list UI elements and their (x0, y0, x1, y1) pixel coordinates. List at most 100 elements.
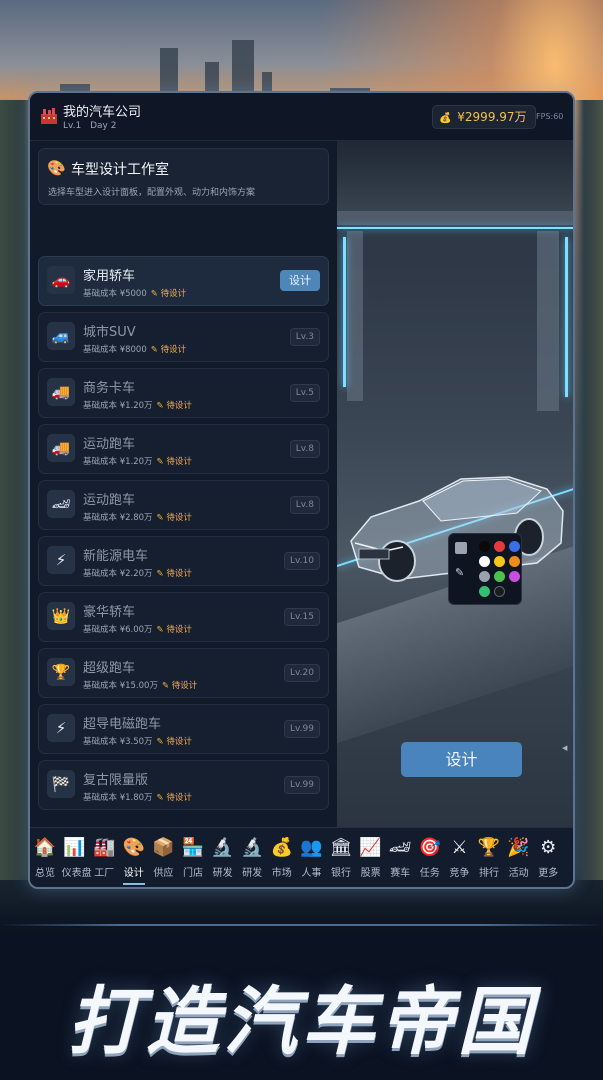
unlock-level-badge: Lv.10 (284, 552, 320, 570)
design-status: ✎ 待设计 (156, 457, 192, 467)
expand-arrow-icon[interactable]: ◀ (562, 744, 567, 752)
banner-divider (0, 924, 603, 926)
design-status-text: 待设计 (166, 625, 192, 635)
car-model-info: 基础成本 ¥2.20万 ✎ 待设计 (83, 567, 192, 579)
slogan: 打造汽车帝国 (67, 979, 536, 1065)
nav-item[interactable]: 👥 人事 (298, 836, 324, 879)
nav-label: 竞争 (449, 868, 470, 879)
fps-counter: FPS:60 (536, 112, 564, 121)
studio-title: 车型设计工作室 (71, 162, 169, 178)
nav-label: 供应 (153, 868, 174, 879)
money-display[interactable]: 💰 ¥2999.97万 (432, 105, 536, 129)
bank-icon: 🏛 (329, 837, 353, 858)
nav-item[interactable]: 🎯 任务 (417, 836, 443, 879)
nav-item[interactable]: ⚔ 竞争 (446, 836, 472, 879)
car-model-row[interactable]: 🚚 运动跑车 基础成本 ¥1.20万 ✎ 待设计 Lv.8 (38, 424, 329, 474)
nav-label: 更多 (538, 868, 559, 879)
car-model-info: 基础成本 ¥8000 ✎ 待设计 (83, 343, 186, 355)
color-swatch[interactable] (479, 556, 490, 567)
base-cost: 基础成本 ¥5000 (83, 289, 147, 299)
unlock-level-badge: Lv.8 (289, 440, 320, 458)
car-model-row[interactable]: 🏎 运动跑车 基础成本 ¥2.80万 ✎ 待设计 Lv.8 (38, 480, 329, 530)
eyedropper-icon[interactable]: ✎ (455, 566, 464, 579)
nav-item[interactable]: 📈 股票 (358, 836, 384, 879)
color-swatch[interactable] (509, 541, 520, 552)
color-swatch[interactable] (494, 571, 505, 582)
color-swatch[interactable] (509, 556, 520, 567)
car-model-row[interactable]: 🚙 城市SUV 基础成本 ¥8000 ✎ 待设计 Lv.3 (38, 312, 329, 362)
design-status: ✎ 待设计 (156, 625, 192, 635)
car-model-name: 家用轿车 (83, 269, 136, 284)
color-swatch[interactable] (479, 571, 490, 582)
trophy-icon: 🏆 (477, 837, 501, 858)
car-model-row[interactable]: 🚚 商务卡车 基础成本 ¥1.20万 ✎ 待设计 Lv.5 (38, 368, 329, 418)
money-bag-icon: 💰 (439, 113, 452, 124)
car-model-info: 基础成本 ¥1.20万 ✎ 待设计 (83, 399, 192, 411)
color-swatch[interactable] (494, 586, 505, 597)
nav-item[interactable]: 🏭 工厂 (91, 836, 117, 879)
design-status-text: 待设计 (166, 457, 192, 467)
color-swatch[interactable] (479, 586, 490, 597)
nav-item[interactable]: 🎉 活动 (506, 836, 532, 879)
car-model-info: 基础成本 ¥3.50万 ✎ 待设计 (83, 735, 192, 747)
color-swatch[interactable] (494, 541, 505, 552)
trophy-icon: 🏆 (47, 658, 75, 686)
nav-item[interactable]: 🏠 总览 (32, 836, 58, 879)
suv-icon: 🚙 (47, 322, 75, 350)
nav-item[interactable]: 🏛 银行 (328, 836, 354, 879)
car-model-info: 基础成本 ¥2.80万 ✎ 待设计 (83, 511, 192, 523)
design-status-text: 待设计 (160, 345, 187, 355)
design-status: ✎ 待设计 (156, 401, 192, 411)
color-swatch[interactable] (479, 541, 490, 552)
car-model-row[interactable]: 👑 豪华轿车 基础成本 ¥6.00万 ✎ 待设计 Lv.15 (38, 592, 329, 642)
car-model-row[interactable]: 🚗 家用轿车 基础成本 ¥5000 ✎ 待设计 设计 (38, 256, 329, 306)
color-square-icon[interactable] (455, 542, 467, 554)
palette-icon: 🎨 (47, 159, 66, 177)
car-model-name: 运动跑车 (83, 493, 136, 508)
base-cost: 基础成本 ¥3.50万 (83, 737, 153, 747)
nav-item[interactable]: 📊 仪表盘 (62, 836, 92, 879)
base-cost: 基础成本 ¥6.00万 (83, 625, 153, 635)
car-model-info: 基础成本 ¥5000 ✎ 待设计 (83, 287, 186, 299)
car-model-row[interactable]: 🏁 复古限量版 基础成本 ¥1.80万 ✎ 待设计 Lv.99 (38, 760, 329, 810)
nav-item[interactable]: ⚙ 更多 (535, 836, 561, 879)
design-car-button[interactable]: 设计 (280, 270, 320, 291)
money-value: ¥2999.97万 (457, 110, 527, 124)
nav-label: 人事 (301, 868, 322, 879)
design-button[interactable]: 设计 (401, 742, 522, 777)
nav-item[interactable]: 🏎 赛车 (387, 836, 413, 879)
design-status-text: 待设计 (166, 401, 192, 411)
nav-item[interactable]: 💰 市场 (269, 836, 295, 879)
lightning-icon: ⚡ (47, 546, 75, 574)
nav-label: 赛车 (390, 868, 411, 879)
nav-item[interactable]: 📦 供应 (150, 836, 176, 879)
nav-label: 银行 (331, 868, 351, 879)
stock-chart-icon: 📈 (359, 837, 382, 858)
light-strip-right (565, 237, 568, 397)
nav-item[interactable]: 🏪 门店 (180, 836, 206, 879)
house-icon: 🏠 (33, 837, 57, 858)
lightning-icon: ⚡ (47, 714, 75, 742)
nav-item[interactable]: 🎨 设计 (121, 836, 147, 885)
nav-label: 股票 (360, 868, 381, 879)
car-model-info: 基础成本 ¥15.00万 ✎ 待设计 (83, 679, 197, 691)
company-level: Lv.1 (63, 121, 82, 131)
base-cost: 基础成本 ¥2.20万 (83, 569, 153, 579)
money-bag-icon: 💰 (270, 837, 293, 858)
nav-item[interactable]: 🔬 研发 (210, 836, 236, 879)
factory-icon: 🏭 (92, 837, 116, 858)
microscope-icon: 🔬 (211, 837, 234, 858)
car-model-row[interactable]: ⚡ 超导电磁跑车 基础成本 ¥3.50万 ✎ 待设计 Lv.99 (38, 704, 329, 754)
design-studio-header: 🎨 车型设计工作室 选择车型进入设计面板，配置外观、动力和内饰方案 (38, 148, 329, 205)
promo-banner: 打造汽车帝国 (0, 900, 603, 1080)
car-model-row[interactable]: ⚡ 新能源电车 基础成本 ¥2.20万 ✎ 待设计 Lv.10 (38, 536, 329, 586)
crown-icon: 👑 (47, 602, 75, 630)
car-model-row[interactable]: 🏆 超级跑车 基础成本 ¥15.00万 ✎ 待设计 Lv.20 (38, 648, 329, 698)
color-swatch[interactable] (509, 571, 520, 582)
swords-icon: ⚔ (451, 837, 468, 858)
nav-item[interactable]: 🏆 排行 (476, 836, 502, 879)
nav-item[interactable]: 🔬 研发 (239, 836, 265, 879)
base-cost: 基础成本 ¥8000 (83, 345, 147, 355)
color-swatch[interactable] (494, 556, 505, 567)
unlock-level-badge: Lv.3 (289, 328, 320, 346)
